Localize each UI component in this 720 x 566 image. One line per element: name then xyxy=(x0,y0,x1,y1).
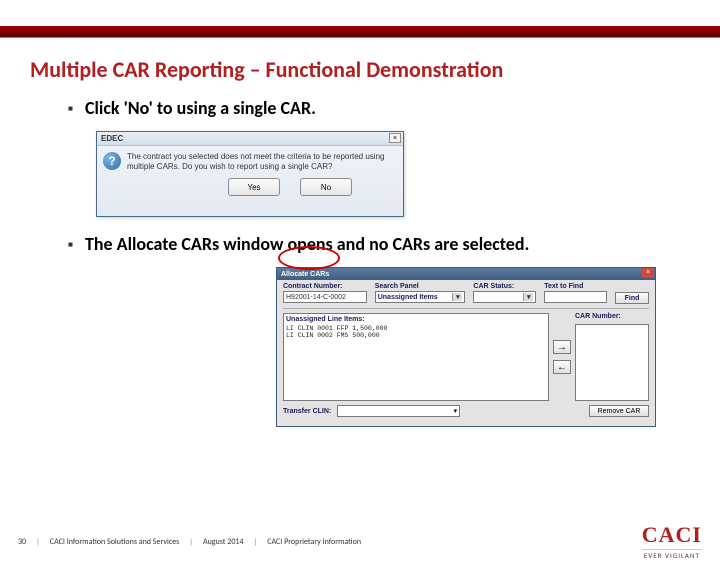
car-status-label: CAR Status: xyxy=(473,283,536,290)
car-status-select[interactable]: ▾ xyxy=(473,291,536,303)
footer-date: August 2014 xyxy=(203,537,244,547)
bullet-2: ▪ The Allocate CARs window opens and no … xyxy=(68,233,665,257)
dialog2-titlebar: Allocate CARs xyxy=(277,268,655,280)
caci-logo: CACI EVER VIGILANT xyxy=(642,522,702,560)
header-bar xyxy=(0,26,720,38)
yes-button[interactable]: Yes xyxy=(228,178,280,196)
chevron-down-icon: ▾ xyxy=(454,407,458,415)
find-button[interactable]: Find xyxy=(615,292,649,304)
bullet-marker: ▪ xyxy=(68,97,73,121)
dialog-single-car: EDEC × ? The contract you selected does … xyxy=(96,131,404,217)
move-right-button[interactable]: → xyxy=(553,340,571,354)
footer-classification: CACI Proprietary Information xyxy=(267,537,361,547)
car-number-label: CAR Number: xyxy=(575,313,649,320)
close-icon[interactable]: × xyxy=(389,133,401,143)
text-to-find-label: Text to Find xyxy=(544,283,607,290)
search-field-select[interactable]: Unassigned Items ▾ xyxy=(375,291,466,303)
footer-org: CACI Information Solutions and Services xyxy=(50,537,179,547)
chevron-down-icon: ▾ xyxy=(523,293,533,301)
slide-footer: 30 | CACI Information Solutions and Serv… xyxy=(0,518,720,566)
unassigned-items-list[interactable]: Unassigned Line Items: LI CLIN 0001 FFP … xyxy=(283,313,549,401)
dialog1-titlebar: EDEC xyxy=(97,132,403,146)
bullet-marker: ▪ xyxy=(68,233,73,257)
question-icon: ? xyxy=(103,152,121,170)
text-to-find-input[interactable] xyxy=(544,291,607,303)
search-panel-label: Search Panel xyxy=(375,283,466,290)
divider xyxy=(283,308,649,309)
bullet-1: ▪ Click 'No' to using a single CAR. xyxy=(68,97,665,121)
slide-content: ▪ Click 'No' to using a single CAR. EDEC… xyxy=(0,97,720,427)
annotation-circle xyxy=(278,246,340,270)
contract-label: Contract Number: xyxy=(283,283,367,290)
logo-tag: EVER VIGILANT xyxy=(642,549,702,560)
bullet-1-text: Click 'No' to using a single CAR. xyxy=(85,97,316,121)
contract-number-field: H92001-14-C-0002 xyxy=(283,291,367,303)
remove-car-button[interactable]: Remove CAR xyxy=(589,405,649,417)
no-button[interactable]: No xyxy=(300,178,352,196)
dialog1-message: The contract you selected does not meet … xyxy=(127,152,397,172)
move-left-button[interactable]: ← xyxy=(553,360,571,374)
dialog-allocate-cars: Allocate CARs × Contract Number: H92001-… xyxy=(276,267,656,427)
transfer-clin-label: Transfer CLIN: xyxy=(283,408,331,415)
transfer-clin-select[interactable]: ▾ xyxy=(337,405,460,417)
unassigned-items-label: Unassigned Line Items: xyxy=(286,316,546,323)
page-number: 30 xyxy=(18,537,26,547)
dialog1-title-text: EDEC xyxy=(101,134,123,143)
dialog2-title-text: Allocate CARs xyxy=(281,271,329,278)
list-item[interactable]: LI CLIN 0001 FFP 1,500,000 xyxy=(286,325,546,332)
logo-name: CACI xyxy=(642,522,702,548)
slide-title: Multiple CAR Reporting – Functional Demo… xyxy=(30,56,720,83)
list-item[interactable]: LI CLIN 0002 FMS 500,000 xyxy=(286,332,546,339)
chevron-down-icon: ▾ xyxy=(452,293,462,301)
close-icon[interactable]: × xyxy=(642,268,654,278)
search-field-value: Unassigned Items xyxy=(378,294,438,301)
car-number-list[interactable] xyxy=(575,324,649,401)
